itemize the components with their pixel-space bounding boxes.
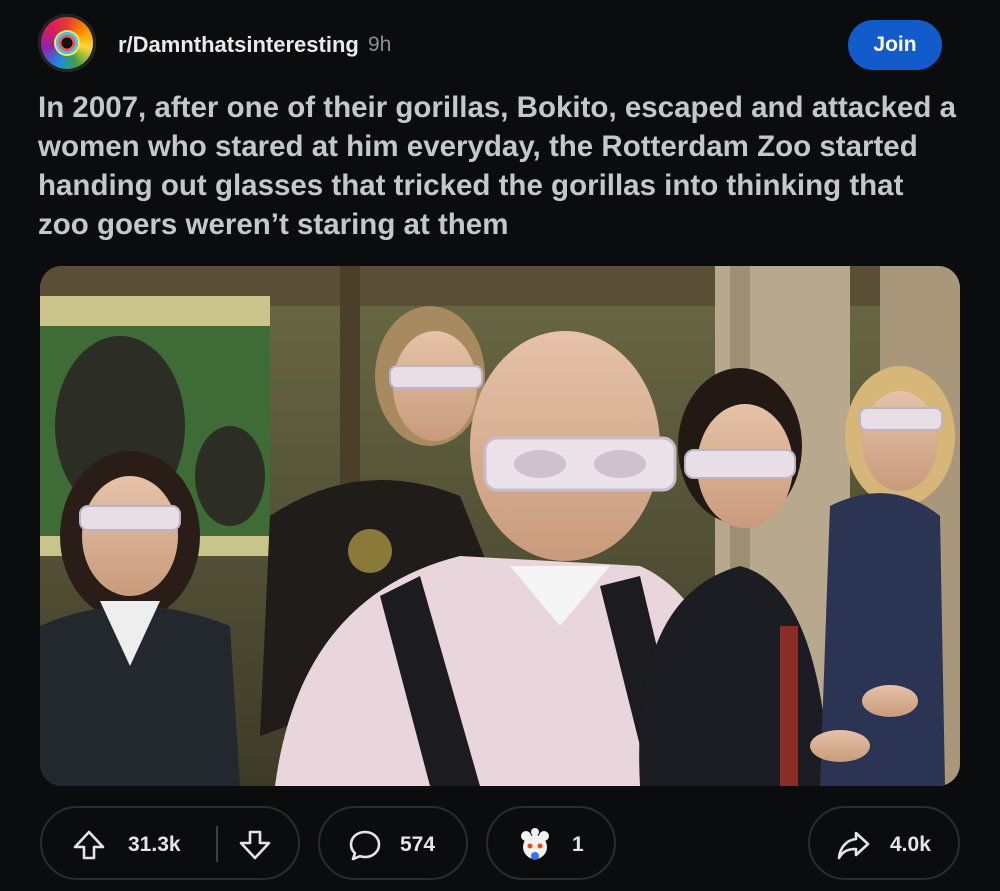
post-title[interactable]: In 2007, after one of their gorillas, Bo… [38, 88, 958, 244]
vote-pill: 31.3k [40, 806, 300, 880]
award-icon [521, 828, 549, 860]
share-count: 4.0k [890, 833, 931, 856]
post-age: 9h [368, 33, 392, 56]
comment-count: 574 [400, 833, 436, 856]
photo-zoo-visitors-glasses [40, 266, 960, 786]
upvote-count: 31.3k [128, 833, 181, 856]
comment-bubble-icon [349, 830, 381, 861]
award-button[interactable]: 1 [486, 806, 616, 880]
comments-button[interactable]: 574 [318, 806, 468, 880]
subreddit-name[interactable]: r/Damnthatsinteresting [118, 32, 359, 58]
share-arrow-icon [837, 831, 870, 860]
award-count: 1 [572, 833, 584, 856]
subreddit-avatar[interactable] [38, 14, 96, 72]
vote-divider [216, 826, 218, 862]
post-image[interactable] [40, 266, 960, 786]
downvote-arrow-icon[interactable] [238, 828, 272, 862]
post-action-bar: 31.3k 574 1 4.0k [40, 806, 960, 882]
upvote-arrow-icon[interactable] [72, 828, 106, 862]
post-header: r/Damnthatsinteresting 9h Join [38, 14, 958, 74]
share-button[interactable]: 4.0k [808, 806, 960, 880]
join-button[interactable]: Join [848, 20, 942, 70]
